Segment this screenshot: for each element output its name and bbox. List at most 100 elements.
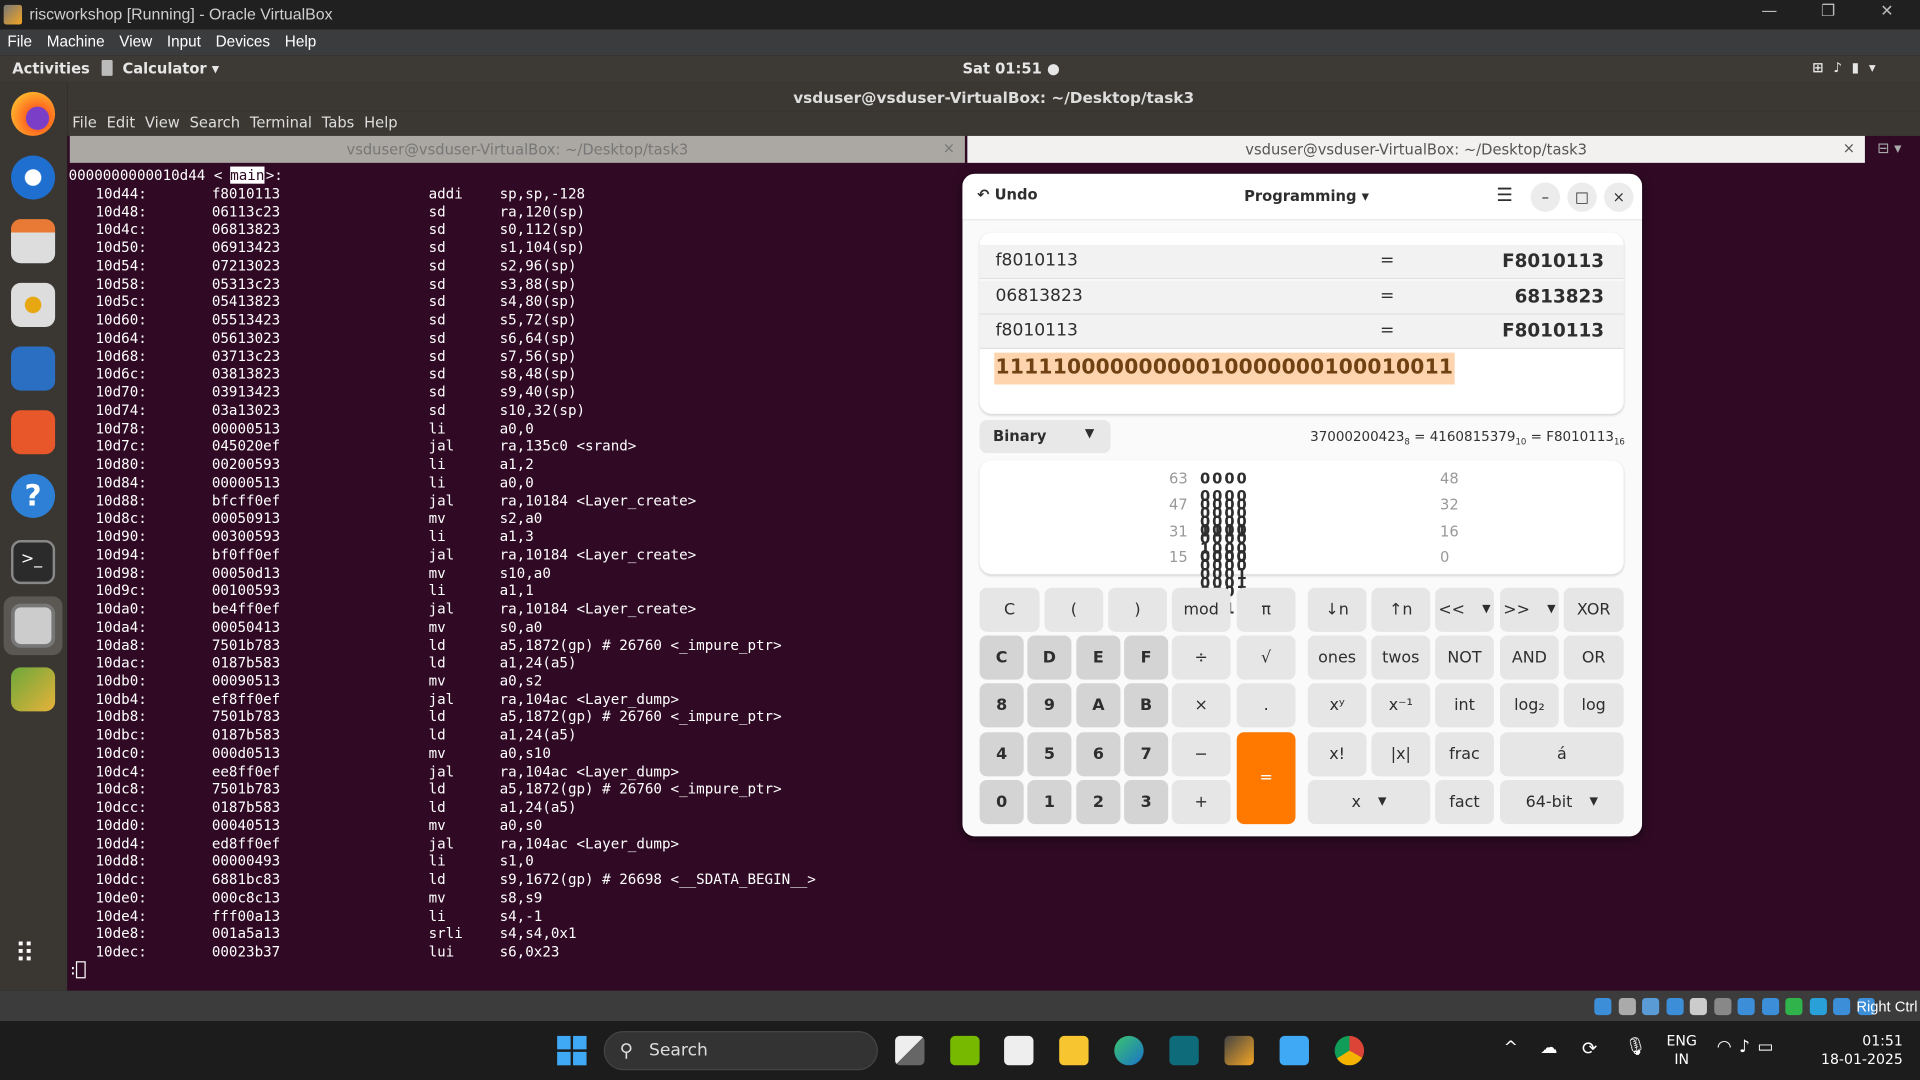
close-tab-icon[interactable]: ×: [1843, 140, 1855, 157]
current-expression[interactable]: 11111000000000010000000100010011: [994, 352, 1455, 385]
menu-input[interactable]: Input: [160, 29, 209, 50]
calc-button[interactable]: 7: [1124, 732, 1169, 777]
calc-button[interactable]: x ▼: [1307, 780, 1431, 825]
calc-button[interactable]: −: [1171, 732, 1231, 777]
sync-icon[interactable]: ⟳: [1582, 1037, 1597, 1059]
calc-button[interactable]: (: [1044, 587, 1104, 632]
menu-file[interactable]: File: [0, 29, 39, 50]
menu-help[interactable]: Help: [277, 29, 323, 50]
calc-button[interactable]: F: [1124, 635, 1169, 680]
calc-button[interactable]: √: [1236, 635, 1296, 680]
activities-button[interactable]: Activities: [12, 60, 90, 77]
app-menu-calculator[interactable]: Calculator ▾: [122, 60, 219, 77]
calc-button[interactable]: NOT: [1435, 635, 1494, 680]
terminal-menu-tabs[interactable]: Tabs: [317, 111, 359, 131]
notepad-icon[interactable]: [1279, 1035, 1309, 1066]
show-hidden-icons-chevron-up-icon[interactable]: ^: [1504, 1038, 1518, 1058]
calc-button[interactable]: int: [1435, 683, 1494, 728]
app-center-icon[interactable]: [11, 410, 56, 455]
history-row[interactable]: 06813823 = 6813823: [979, 279, 1624, 315]
calc-button[interactable]: xʸ: [1307, 683, 1367, 728]
calc-button[interactable]: twos: [1371, 635, 1431, 680]
close-tab-icon[interactable]: ×: [943, 140, 955, 157]
calc-button[interactable]: C: [979, 635, 1024, 680]
calc-button[interactable]: á: [1500, 732, 1624, 777]
microphone-icon[interactable]: 🎙: [1625, 1037, 1647, 1057]
terminal-menu-view[interactable]: View: [140, 111, 185, 131]
calc-button[interactable]: << ▼: [1435, 587, 1494, 632]
virtualbox-icon[interactable]: [1224, 1035, 1254, 1066]
calc-button[interactable]: ↑n: [1371, 587, 1431, 632]
calc-button[interactable]: D: [1027, 635, 1072, 680]
calc-button[interactable]: E: [1076, 635, 1121, 680]
calculator-icon[interactable]: [11, 603, 56, 648]
show-apps-icon[interactable]: ⠿: [15, 939, 36, 970]
terminal-menu-edit[interactable]: Edit: [102, 111, 140, 131]
calc-button[interactable]: 5: [1027, 732, 1072, 777]
close-button[interactable]: ✕: [1869, 2, 1906, 26]
help-icon[interactable]: ?: [11, 473, 56, 518]
mode-selector[interactable]: Programming ▾: [1244, 187, 1369, 204]
hard-disk-icon[interactable]: [1594, 997, 1612, 1016]
history-row[interactable]: f8010113 = F8010113: [979, 314, 1624, 349]
calc-button[interactable]: 9: [1027, 683, 1072, 728]
microsoft-store-icon[interactable]: [1004, 1035, 1034, 1066]
firefox-icon[interactable]: [11, 91, 56, 136]
language-indicator[interactable]: ENG IN: [1667, 1032, 1697, 1069]
optical-drive-icon[interactable]: [1618, 997, 1636, 1016]
calc-button[interactable]: B: [1124, 683, 1169, 728]
calc-button[interactable]: +: [1171, 780, 1231, 825]
maximize-button[interactable]: □: [1567, 182, 1597, 212]
visual-studio-icon[interactable]: [1169, 1035, 1199, 1066]
thunderbird-icon[interactable]: [11, 155, 56, 200]
terminal-menu-terminal[interactable]: Terminal: [245, 111, 317, 131]
display-icon[interactable]: [1737, 997, 1755, 1016]
image-viewer-icon[interactable]: [11, 667, 56, 712]
task-view-icon[interactable]: [895, 1035, 925, 1066]
cpu-icon[interactable]: [1809, 997, 1827, 1016]
menu-view[interactable]: View: [112, 29, 160, 50]
taskbar-search-box[interactable]: ⚲ Search: [603, 1031, 878, 1071]
video-capture-icon[interactable]: [1761, 997, 1779, 1016]
new-tab-icon[interactable]: ⊟ ▾: [1877, 140, 1901, 157]
terminal-icon[interactable]: >_: [11, 540, 56, 585]
undo-button[interactable]: ↶ Undo: [977, 186, 1037, 203]
taskbar-clock[interactable]: 01:51 18-01-2025: [1817, 1032, 1903, 1069]
calc-button[interactable]: ): [1108, 587, 1167, 632]
calc-button[interactable]: .: [1236, 683, 1296, 728]
calc-button[interactable]: fact: [1435, 780, 1494, 825]
calc-button[interactable]: π: [1236, 587, 1296, 632]
calc-button[interactable]: =: [1236, 732, 1296, 825]
calc-button[interactable]: A: [1076, 683, 1121, 728]
close-button[interactable]: ×: [1604, 182, 1634, 212]
calc-button[interactable]: 8: [979, 683, 1024, 728]
files-icon[interactable]: [11, 219, 56, 264]
calc-button[interactable]: 3: [1124, 780, 1169, 825]
onedrive-icon[interactable]: ☁: [1540, 1038, 1557, 1058]
terminal-menu-file[interactable]: File: [67, 111, 101, 131]
calc-button[interactable]: x⁻¹: [1371, 683, 1431, 728]
calc-button[interactable]: ones: [1307, 635, 1367, 680]
calc-button[interactable]: AND: [1500, 635, 1559, 680]
audio-icon[interactable]: [1642, 997, 1660, 1016]
calc-button[interactable]: ↓n: [1307, 587, 1367, 632]
calc-button[interactable]: XOR: [1563, 587, 1624, 632]
calc-button[interactable]: log₂: [1500, 683, 1559, 728]
minimize-button[interactable]: –: [1530, 182, 1561, 212]
terminal-menu-search[interactable]: Search: [185, 111, 245, 131]
nvidia-icon[interactable]: [950, 1035, 980, 1066]
terminal-tab-2[interactable]: vsduser@vsduser-VirtualBox: ~/Desktop/ta…: [967, 135, 1865, 163]
mouse-integration-icon[interactable]: [1833, 997, 1851, 1016]
recording-icon[interactable]: [1785, 997, 1803, 1016]
calc-button[interactable]: 4: [979, 732, 1024, 777]
calc-button[interactable]: 0: [979, 780, 1024, 825]
calc-button[interactable]: ×: [1171, 683, 1231, 728]
calc-button[interactable]: x!: [1307, 732, 1367, 777]
calc-button[interactable]: frac: [1435, 732, 1494, 777]
calc-button[interactable]: log: [1563, 683, 1624, 728]
wifi-volume-battery-icons[interactable]: ◠♪▭: [1717, 1037, 1781, 1057]
history-row[interactable]: f8010113 = F8010113: [979, 244, 1624, 280]
usb-icon[interactable]: [1689, 997, 1707, 1016]
calc-button[interactable]: >> ▼: [1500, 587, 1559, 632]
calc-button[interactable]: 2: [1076, 780, 1121, 825]
